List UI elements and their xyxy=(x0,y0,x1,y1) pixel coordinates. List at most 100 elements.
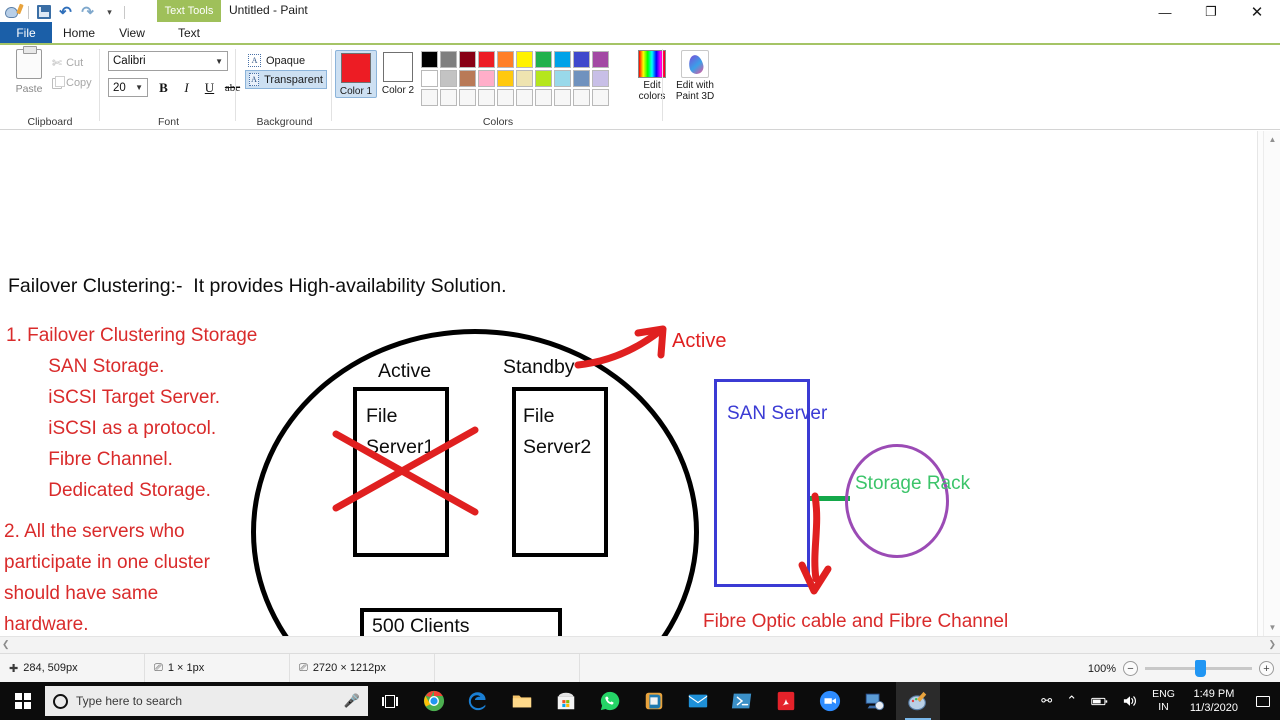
vertical-scroll-thumb[interactable] xyxy=(1265,148,1280,588)
palette-swatch[interactable] xyxy=(554,51,571,68)
taskbar-remote-desktop[interactable] xyxy=(852,682,896,720)
zoom-in-button[interactable]: + xyxy=(1259,661,1274,676)
palette-swatch[interactable] xyxy=(573,70,590,87)
taskbar-search-box[interactable]: Type here to search 🎤 xyxy=(45,686,368,716)
qat-separator xyxy=(28,5,29,19)
taskbar-acrobat-reader[interactable] xyxy=(764,682,808,720)
palette-swatch[interactable] xyxy=(497,70,514,87)
fibre-optic-label: Fibre Optic cable and Fibre Channel xyxy=(703,611,1009,632)
palette-swatch[interactable] xyxy=(440,70,457,87)
zoom-out-button[interactable]: − xyxy=(1123,661,1138,676)
show-hidden-icons-chevron[interactable]: ⌃ xyxy=(1059,682,1084,720)
font-size-combobox[interactable]: 20 ▼ xyxy=(108,78,148,97)
paste-button[interactable]: Paste xyxy=(8,46,50,95)
palette-swatch[interactable] xyxy=(573,51,590,68)
palette-swatch[interactable] xyxy=(516,89,533,106)
taskbar-virtualbox[interactable] xyxy=(632,682,676,720)
notification-center-button[interactable] xyxy=(1246,682,1280,720)
clock[interactable]: 1:49 PM 11/3/2020 xyxy=(1182,682,1246,720)
scroll-left-icon[interactable]: ❮ xyxy=(2,639,10,650)
palette-swatch[interactable] xyxy=(497,51,514,68)
taskbar-microsoft-store[interactable] xyxy=(544,682,588,720)
palette-swatch[interactable] xyxy=(497,89,514,106)
tab-view[interactable]: View xyxy=(106,22,158,44)
taskbar-mail[interactable] xyxy=(676,682,720,720)
taskbar-zoom[interactable] xyxy=(808,682,852,720)
palette-swatch[interactable] xyxy=(592,70,609,87)
taskbar-file-explorer[interactable] xyxy=(500,682,544,720)
taskbar-edge[interactable] xyxy=(456,682,500,720)
save-icon[interactable] xyxy=(34,3,53,22)
people-icon[interactable]: ⚯ xyxy=(1034,682,1059,720)
paint-app-icon[interactable] xyxy=(4,3,24,22)
edit-with-paint3d-button[interactable]: Edit with Paint 3D xyxy=(664,50,726,102)
background-transparent-button[interactable]: A Transparent xyxy=(245,70,327,89)
chevron-down-icon[interactable]: ▼ xyxy=(215,57,223,66)
chevron-down-icon-size[interactable]: ▼ xyxy=(135,83,143,92)
scroll-down-icon[interactable]: ▼ xyxy=(1264,619,1280,636)
taskbar-whatsapp[interactable] xyxy=(588,682,632,720)
palette-swatch[interactable] xyxy=(516,51,533,68)
palette-swatch[interactable] xyxy=(478,51,495,68)
task-view-button[interactable] xyxy=(368,682,412,720)
microphone-icon[interactable]: 🎤 xyxy=(344,693,360,709)
bold-button[interactable]: B xyxy=(153,78,174,98)
tab-file[interactable]: File xyxy=(0,22,52,44)
underline-button[interactable]: U xyxy=(199,78,220,98)
redo-icon[interactable]: ↷ xyxy=(78,3,97,22)
start-button[interactable] xyxy=(0,682,45,720)
palette-swatch[interactable] xyxy=(535,70,552,87)
palette-swatch[interactable] xyxy=(478,70,495,87)
palette-swatch[interactable] xyxy=(421,51,438,68)
palette-swatch[interactable] xyxy=(554,89,571,106)
note2-line4: hardware. xyxy=(4,614,89,635)
palette-swatch[interactable] xyxy=(421,89,438,106)
palette-swatch[interactable] xyxy=(459,70,476,87)
minimize-button[interactable]: — xyxy=(1142,0,1188,24)
search-input[interactable]: Type here to search xyxy=(76,694,336,708)
palette-swatch[interactable] xyxy=(592,89,609,106)
palette-swatch[interactable] xyxy=(592,51,609,68)
tab-home[interactable]: Home xyxy=(52,22,106,44)
palette-swatch[interactable] xyxy=(459,51,476,68)
tab-text[interactable]: Text xyxy=(158,22,220,44)
palette-swatch[interactable] xyxy=(535,51,552,68)
palette-swatch[interactable] xyxy=(421,70,438,87)
group-label-clipboard: Clipboard xyxy=(27,116,73,128)
copy-button[interactable]: Copy xyxy=(52,73,92,93)
color1-button[interactable]: Color 1 xyxy=(335,50,377,98)
palette-swatch[interactable] xyxy=(478,89,495,106)
palette-swatch[interactable] xyxy=(573,89,590,106)
restore-button[interactable]: ❐ xyxy=(1188,0,1234,24)
horizontal-scrollbar[interactable]: ❮ ❯ xyxy=(0,636,1280,653)
canvas-area[interactable]: Failover Clustering:- It provides High-a… xyxy=(0,131,1280,636)
taskbar-paint[interactable] xyxy=(896,682,940,720)
paint-canvas[interactable]: Failover Clustering:- It provides High-a… xyxy=(0,131,1258,636)
note1-line2: SAN Storage. xyxy=(6,356,165,377)
palette-swatch[interactable] xyxy=(440,51,457,68)
color-palette xyxy=(421,51,609,108)
volume-icon[interactable] xyxy=(1115,682,1145,720)
close-button[interactable]: ✕ xyxy=(1234,0,1280,24)
zoom-slider[interactable] xyxy=(1145,660,1252,677)
customize-qat-icon[interactable]: ▾ xyxy=(100,3,119,22)
battery-icon[interactable] xyxy=(1084,682,1115,720)
language-indicator[interactable]: ENG IN xyxy=(1145,682,1182,720)
palette-swatch[interactable] xyxy=(554,70,571,87)
background-opaque-button[interactable]: A Opaque xyxy=(245,51,327,70)
vertical-scrollbar[interactable]: ▲ ▼ xyxy=(1263,131,1280,636)
taskbar-chrome[interactable] xyxy=(412,682,456,720)
palette-swatch[interactable] xyxy=(459,89,476,106)
scroll-right-icon[interactable]: ❯ xyxy=(1268,639,1276,650)
scroll-up-icon[interactable]: ▲ xyxy=(1264,131,1280,148)
palette-swatch[interactable] xyxy=(440,89,457,106)
palette-swatch[interactable] xyxy=(535,89,552,106)
zoom-slider-thumb[interactable] xyxy=(1195,660,1206,677)
color2-button[interactable]: Color 2 xyxy=(377,50,419,96)
font-family-combobox[interactable]: Calibri ▼ xyxy=(108,51,228,71)
cut-button[interactable]: ✄ Cut xyxy=(52,53,92,73)
palette-swatch[interactable] xyxy=(516,70,533,87)
undo-icon[interactable]: ↶ xyxy=(56,3,75,22)
italic-button[interactable]: I xyxy=(176,78,197,98)
taskbar-powershell[interactable] xyxy=(720,682,764,720)
